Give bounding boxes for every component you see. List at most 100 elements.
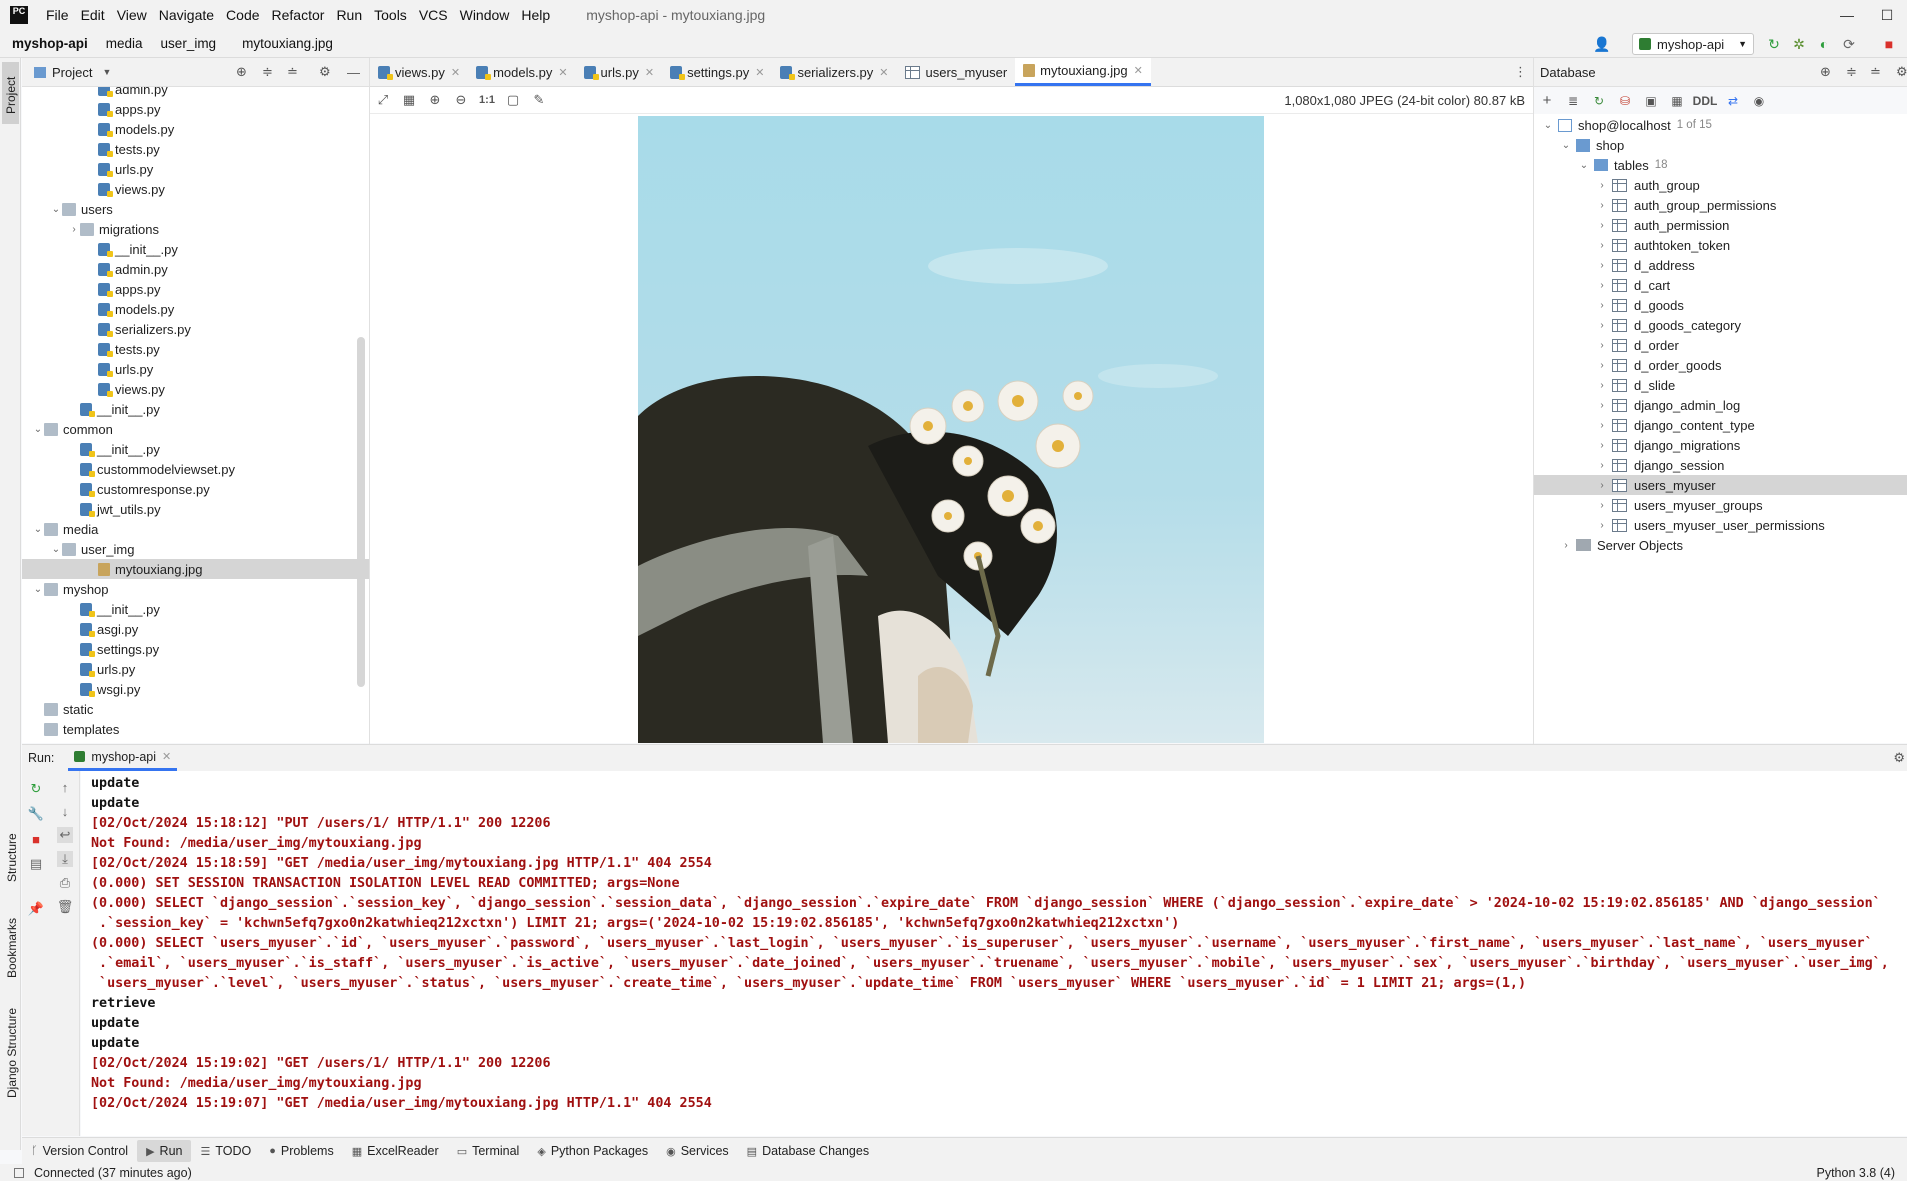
chevron-right-icon[interactable]: › [1596, 480, 1608, 491]
chevron-right-icon[interactable]: › [1596, 300, 1608, 311]
maximize-icon[interactable]: ☐ [1867, 0, 1907, 30]
menu-run[interactable]: Run [330, 7, 368, 23]
django-structure-tool-button[interactable]: Django Structure [5, 1008, 19, 1098]
coverage-icon[interactable]: ◐ [1814, 34, 1834, 54]
breadcrumb-project[interactable]: myshop-api [0, 36, 94, 51]
tree-file[interactable]: jwt_utils.py [22, 499, 369, 519]
editor-tab[interactable]: users_myuser [897, 58, 1016, 86]
structure-tool-button[interactable]: Structure [5, 833, 19, 882]
editor-tab[interactable]: serializers.py ✕ [772, 58, 896, 86]
rerun-icon[interactable]: ↻ [28, 781, 44, 797]
tree-file[interactable]: tests.py [22, 339, 369, 359]
menu-edit[interactable]: Edit [75, 7, 111, 23]
chevron-down-icon[interactable]: ⌄ [50, 204, 62, 215]
tree-file[interactable]: models.py [22, 299, 369, 319]
db-table-row[interactable]: › d_slide [1534, 375, 1907, 395]
actual-size-button[interactable]: 1:1 [474, 94, 500, 106]
breadcrumb-file[interactable]: mytouxiang.jpg [222, 36, 339, 51]
python-interpreter[interactable]: Python 3.8 (4) [1816, 1166, 1895, 1180]
menu-view[interactable]: View [111, 7, 153, 23]
editor-tab[interactable]: mytouxiang.jpg ✕ [1015, 58, 1151, 86]
chevron-right-icon[interactable]: › [68, 224, 80, 235]
layout-icon[interactable]: ▤ [28, 856, 44, 872]
menu-window[interactable]: Window [454, 7, 516, 23]
status-toggle-icon[interactable] [14, 1167, 24, 1178]
tree-file[interactable]: admin.py [22, 87, 369, 99]
chevron-down-icon[interactable]: ⌄ [32, 424, 44, 435]
close-icon[interactable]: ✕ [162, 750, 171, 763]
chevron-down-icon[interactable]: ⌄ [32, 524, 44, 535]
close-icon[interactable]: ✕ [645, 66, 654, 79]
menu-file[interactable]: File [40, 7, 75, 23]
editor-tab[interactable]: urls.py ✕ [576, 58, 663, 86]
db-table-row[interactable]: › d_address [1534, 255, 1907, 275]
breadcrumb-media[interactable]: media [94, 36, 149, 51]
chevron-right-icon[interactable]: › [1596, 440, 1608, 451]
user-icon[interactable]: 👤 [1592, 34, 1612, 54]
expand-all-icon[interactable]: ≑ [1846, 64, 1857, 80]
tree-file[interactable]: views.py [22, 379, 369, 399]
menu-navigate[interactable]: Navigate [153, 7, 220, 23]
tables-node[interactable]: ⌄ tables 18 [1534, 155, 1907, 175]
chevron-right-icon[interactable]: › [1596, 240, 1608, 251]
db-table-row[interactable]: › django_content_type [1534, 415, 1907, 435]
fit-zoom-icon[interactable]: ⤢ [370, 92, 396, 108]
chevron-right-icon[interactable]: › [1596, 220, 1608, 231]
editor-tab[interactable]: models.py ✕ [468, 58, 575, 86]
arrow-down-icon[interactable]: ↓ [57, 803, 73, 819]
print-icon[interactable]: ⎙ [57, 875, 73, 891]
tool-tab[interactable]: ▤ Database Changes [738, 1140, 878, 1162]
menu-help[interactable]: Help [515, 7, 556, 23]
tool-tab[interactable]: ◉ Services [657, 1140, 738, 1162]
tree-file[interactable]: apps.py [22, 99, 369, 119]
disconnect-icon[interactable]: ⛁ [1612, 94, 1638, 108]
connection-node[interactable]: ⌄ shop@localhost 1 of 15 [1534, 115, 1907, 135]
chevron-down-icon[interactable]: ⌄ [32, 584, 44, 595]
tool-tab[interactable]: ◈ Python Packages [528, 1140, 657, 1162]
db-table-row[interactable]: › d_goods [1534, 295, 1907, 315]
tree-folder[interactable]: ⌄ myshop [22, 579, 369, 599]
scroll-to-end-icon[interactable]: ⤓ [57, 851, 73, 867]
tree-file[interactable]: urls.py [22, 659, 369, 679]
debug-icon[interactable]: ✲ [1789, 34, 1809, 54]
close-icon[interactable]: ✕ [1134, 64, 1143, 77]
bookmarks-tool-button[interactable]: Bookmarks [5, 918, 19, 978]
db-table-row[interactable]: › auth_group [1534, 175, 1907, 195]
tree-file[interactable]: __init__.py [22, 439, 369, 459]
hide-icon[interactable]: — [347, 65, 360, 80]
locate-icon[interactable]: ⊕ [1820, 64, 1831, 80]
menu-refactor[interactable]: Refactor [266, 7, 331, 23]
tool-tab[interactable]: ᚴ Version Control [22, 1140, 137, 1162]
jump-icon[interactable]: ⇄ [1720, 94, 1746, 108]
db-table-row[interactable]: › authtoken_token [1534, 235, 1907, 255]
database-panel-title[interactable]: Database [1540, 65, 1596, 80]
db-table-row[interactable]: › d_goods_category [1534, 315, 1907, 335]
chevron-right-icon[interactable]: › [1596, 420, 1608, 431]
chevron-right-icon[interactable]: › [1596, 400, 1608, 411]
properties-icon[interactable]: ≣ [1560, 94, 1586, 108]
menu-tools[interactable]: Tools [368, 7, 413, 23]
tree-folder[interactable]: ⌄ user_img [22, 539, 369, 559]
tree-file[interactable]: admin.py [22, 259, 369, 279]
zoom-out-icon[interactable]: ⊖ [448, 92, 474, 108]
chevron-right-icon[interactable]: › [1596, 340, 1608, 351]
tree-folder[interactable]: ⌄ users [22, 199, 369, 219]
collapse-all-icon[interactable]: ≐ [287, 64, 298, 80]
chevron-down-icon[interactable]: ⌄ [50, 544, 62, 555]
chevron-right-icon[interactable]: › [1596, 520, 1608, 531]
close-icon[interactable]: ✕ [558, 66, 567, 79]
chevron-right-icon[interactable]: › [1596, 320, 1608, 331]
chevron-right-icon[interactable]: › [1596, 180, 1608, 191]
gear-icon[interactable]: ⚙ [1893, 750, 1905, 766]
tree-folder[interactable]: ⌄ common [22, 419, 369, 439]
tool-tab[interactable]: ▭ Terminal [448, 1140, 529, 1162]
schema-node[interactable]: ⌄ shop [1534, 135, 1907, 155]
db-table-row[interactable]: › django_migrations [1534, 435, 1907, 455]
tree-file[interactable]: __init__.py [22, 599, 369, 619]
chevron-right-icon[interactable]: › [1596, 260, 1608, 271]
add-icon[interactable]: + [1534, 92, 1560, 109]
sql-console-icon[interactable]: ▣ [1638, 94, 1664, 108]
stop-icon[interactable]: ■ [1879, 34, 1899, 54]
chevron-right-icon[interactable]: › [1596, 360, 1608, 371]
db-table-row[interactable]: › d_cart [1534, 275, 1907, 295]
